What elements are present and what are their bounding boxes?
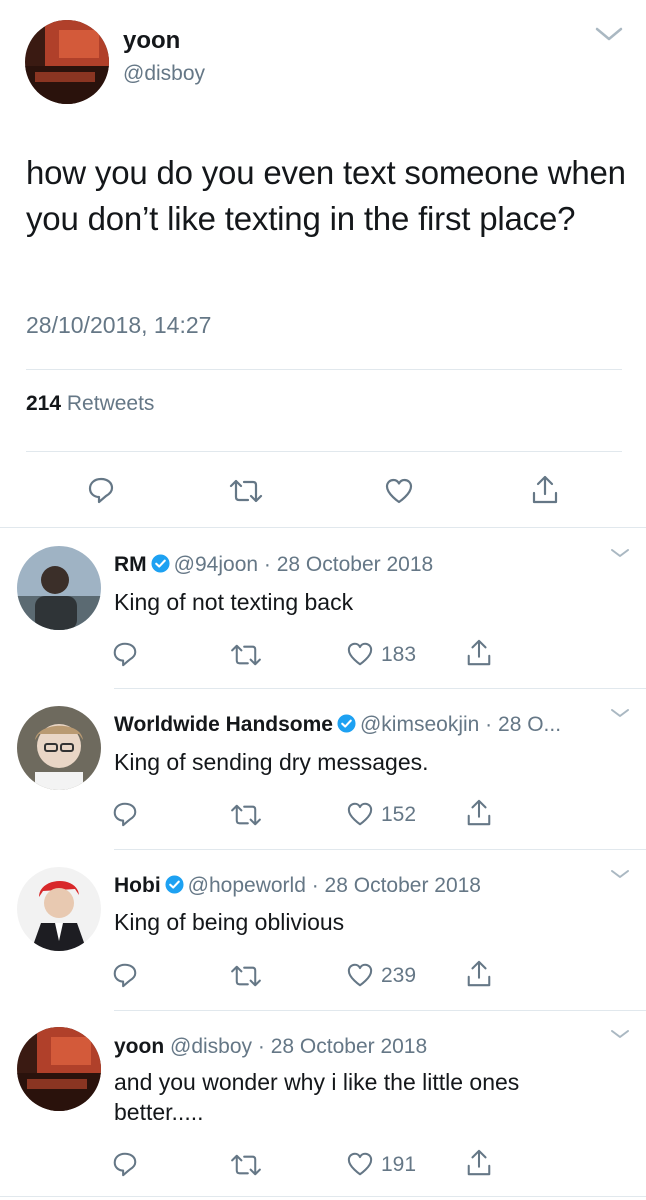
reply-header: RM @94joon · 28 October 2018 — [114, 553, 434, 576]
retweet-icon[interactable] — [229, 643, 263, 667]
like-count: 152 — [381, 803, 417, 826]
verified-badge-icon — [165, 875, 184, 894]
reply-text: and you wonder why i like the little one… — [114, 1069, 520, 1125]
share-icon[interactable] — [465, 798, 493, 828]
reply-date[interactable]: 28 October 2018 — [271, 1035, 427, 1058]
reply-header: Worldwide Handsome @kimseokjin · 28 O... — [114, 713, 562, 736]
reply-icon[interactable] — [111, 1150, 139, 1178]
retweet-icon[interactable] — [228, 478, 264, 504]
verified-badge-icon — [337, 714, 356, 733]
like-count: 183 — [381, 643, 417, 666]
divider — [0, 527, 646, 528]
reply-icon[interactable] — [111, 640, 139, 668]
like-icon[interactable] — [346, 1151, 374, 1177]
reply-header: Hobi @hopeworld · 28 October 2018 — [114, 874, 481, 897]
reply-icon[interactable] — [111, 800, 139, 828]
reply-author-name[interactable]: RM — [114, 553, 147, 576]
reply-text: King of being oblivious — [114, 909, 345, 935]
chevron-down-icon[interactable] — [609, 1027, 631, 1041]
share-icon[interactable] — [465, 638, 493, 668]
reply-header: yoon @disboy · 28 October 2018 — [114, 1035, 428, 1058]
divider — [114, 688, 646, 689]
divider — [114, 849, 646, 850]
main-author-handle[interactable]: @disboy — [123, 62, 205, 86]
retweet-count: 214 — [26, 392, 62, 415]
reply-icon[interactable] — [111, 961, 139, 989]
like-count: 239 — [381, 964, 417, 987]
retweet-stats[interactable]: 214 Retweets — [26, 392, 154, 416]
retweet-icon[interactable] — [229, 964, 263, 988]
divider — [26, 369, 622, 370]
reply-avatar[interactable] — [17, 867, 101, 951]
divider — [114, 1010, 646, 1011]
retweet-icon[interactable] — [229, 803, 263, 827]
reply-date[interactable]: 28 October 2018 — [325, 874, 481, 897]
share-icon[interactable] — [530, 474, 560, 506]
reply-author-name[interactable]: Hobi — [114, 874, 161, 897]
reply-avatar[interactable] — [17, 1027, 101, 1111]
reply-date[interactable]: 28 October 2018 — [277, 553, 433, 576]
main-tweet-timestamp[interactable]: 28/10/2018, 14:27 — [26, 312, 211, 339]
like-count: 191 — [381, 1153, 417, 1176]
chevron-down-icon[interactable] — [593, 24, 625, 44]
main-avatar[interactable] — [25, 20, 109, 104]
reply-date[interactable]: 28 O... — [498, 713, 561, 736]
reply-text: King of not texting back — [114, 589, 354, 615]
reply-icon[interactable] — [86, 475, 116, 505]
reply-author-name[interactable]: yoon — [114, 1035, 164, 1058]
share-icon[interactable] — [465, 959, 493, 989]
retweet-icon[interactable] — [229, 1153, 263, 1177]
reply-author-handle[interactable]: @94joon — [174, 553, 258, 576]
like-icon[interactable] — [346, 641, 374, 667]
share-icon[interactable] — [465, 1148, 493, 1178]
reply-author-handle[interactable]: @disboy — [170, 1035, 252, 1058]
chevron-down-icon[interactable] — [609, 546, 631, 560]
divider — [26, 451, 622, 452]
reply-author-handle[interactable]: @hopeworld — [188, 874, 306, 897]
like-icon[interactable] — [346, 801, 374, 827]
main-tweet-text: how you do you even text someone when yo… — [26, 154, 626, 237]
reply-text: King of sending dry messages. — [114, 749, 429, 775]
divider — [0, 1196, 646, 1197]
main-author-name[interactable]: yoon — [123, 27, 180, 55]
reply-author-name[interactable]: Worldwide Handsome — [114, 713, 333, 736]
reply-avatar[interactable] — [17, 546, 101, 630]
like-icon[interactable] — [346, 962, 374, 988]
retweet-label: Retweets — [66, 392, 155, 415]
chevron-down-icon[interactable] — [609, 867, 631, 881]
reply-author-handle[interactable]: @kimseokjin — [360, 713, 479, 736]
chevron-down-icon[interactable] — [609, 706, 631, 720]
verified-badge-icon — [151, 554, 170, 573]
like-icon[interactable] — [384, 477, 414, 505]
reply-avatar[interactable] — [17, 706, 101, 790]
